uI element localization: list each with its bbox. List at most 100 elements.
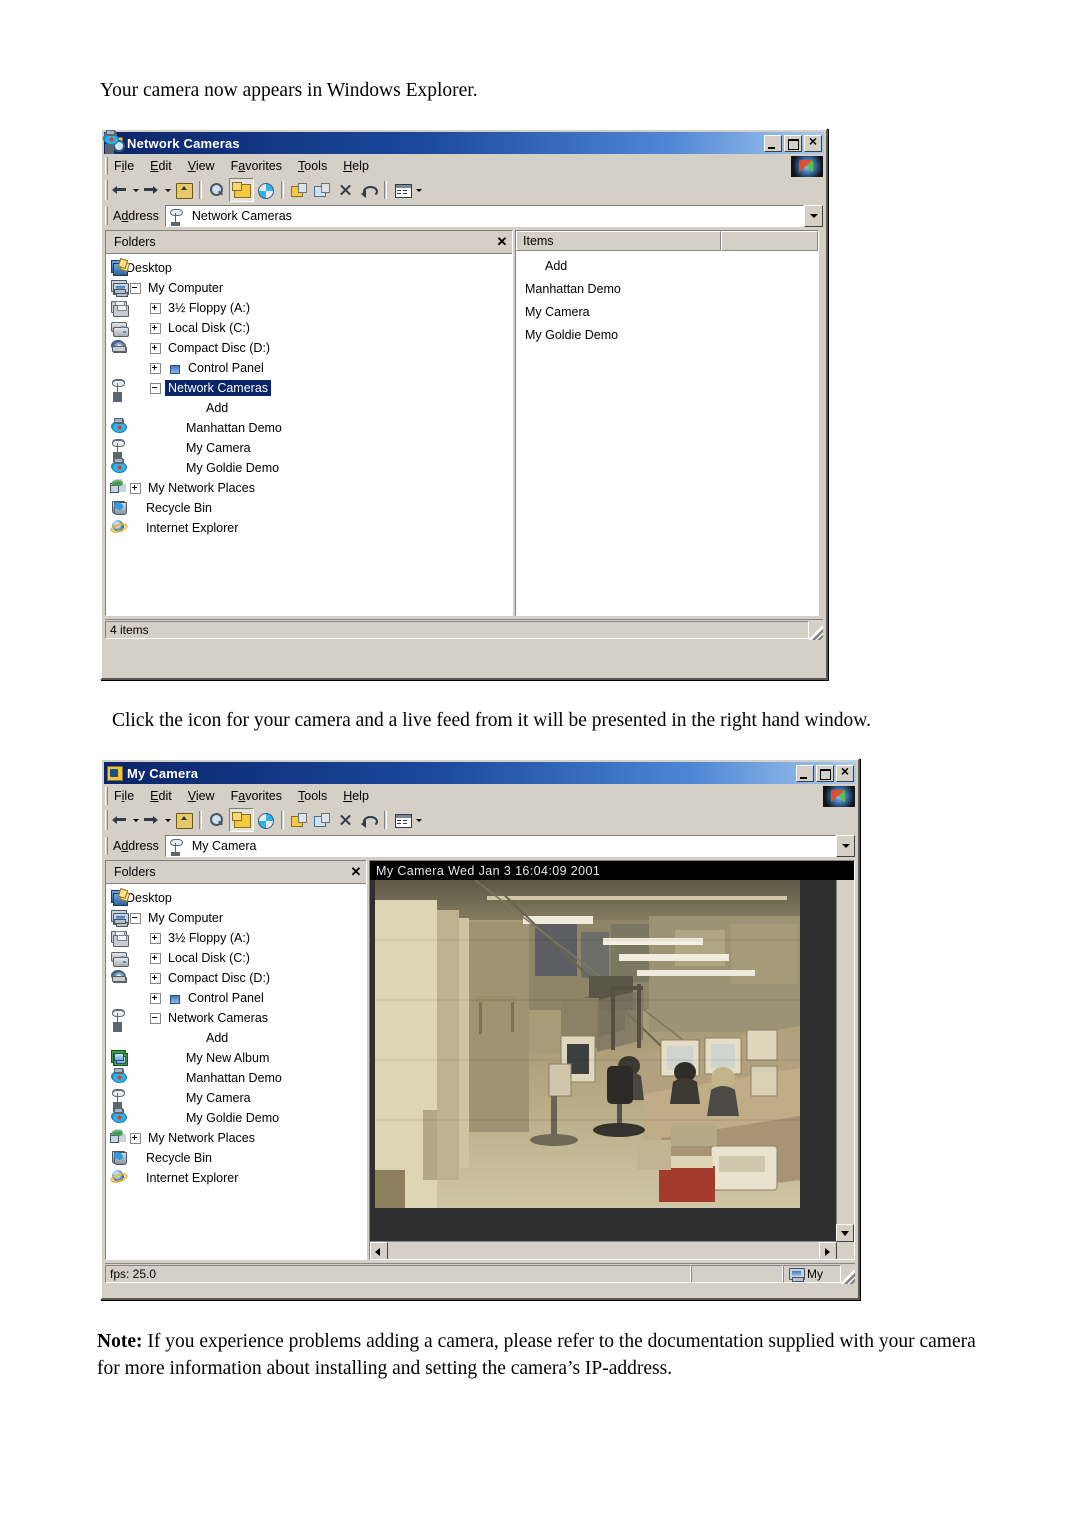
forward-dropdown-caret[interactable] bbox=[163, 179, 172, 201]
menu-item-help[interactable]: Help bbox=[336, 787, 376, 805]
menu-item-file[interactable]: File bbox=[107, 157, 141, 175]
tree-item-desktop[interactable]: Desktop bbox=[110, 888, 366, 908]
tree-item-my-network-places[interactable]: My Network Places bbox=[110, 1128, 366, 1148]
tree-item-local-disk-c[interactable]: Local Disk (C:) bbox=[110, 318, 512, 338]
column-header-filler[interactable] bbox=[721, 231, 818, 251]
menu-item-edit[interactable]: Edit bbox=[143, 157, 179, 175]
forward-button[interactable] bbox=[140, 809, 163, 831]
address-dropdown-button[interactable] bbox=[836, 835, 855, 857]
tree-item-add[interactable]: Add bbox=[110, 1028, 366, 1048]
list-item[interactable]: Manhattan Demo bbox=[103, 130, 818, 300]
tree-item-my-computer[interactable]: My Computer bbox=[110, 908, 366, 928]
tree-item-control-panel[interactable]: Control Panel bbox=[110, 988, 366, 1008]
video-vertical-scrollbar[interactable] bbox=[836, 861, 854, 1242]
video-horizontal-scrollbar[interactable] bbox=[370, 1241, 837, 1259]
tree-item-add[interactable]: Add bbox=[110, 398, 512, 418]
folders-button[interactable] bbox=[229, 808, 254, 832]
move-to-button[interactable] bbox=[288, 179, 311, 201]
tree-item-my-goldie-demo[interactable]: My Goldie Demo bbox=[110, 458, 512, 478]
tree-item-compact-disc-d[interactable]: Compact Disc (D:) bbox=[110, 968, 366, 988]
expand-plus-icon[interactable] bbox=[150, 992, 161, 1004]
back-button[interactable] bbox=[108, 179, 131, 201]
tree-item-control-panel[interactable]: Control Panel bbox=[110, 358, 512, 378]
menu-item-tools[interactable]: Tools bbox=[291, 157, 334, 175]
delete-button[interactable] bbox=[334, 179, 357, 201]
expand-plus-icon[interactable] bbox=[150, 322, 161, 334]
maximize-button[interactable] bbox=[784, 134, 802, 152]
views-button[interactable] bbox=[391, 809, 414, 831]
expand-plus-icon[interactable] bbox=[150, 932, 161, 944]
tree-item-3-floppy-a[interactable]: 3½ Floppy (A:) bbox=[110, 298, 512, 318]
list-item[interactable]: My Goldie Demo bbox=[103, 130, 818, 346]
tree-item-manhattan-demo[interactable]: Manhattan Demo bbox=[110, 1068, 366, 1088]
camera-live-feed[interactable] bbox=[375, 880, 800, 1208]
tree-item-local-disk-c[interactable]: Local Disk (C:) bbox=[110, 948, 366, 968]
tree-item-manhattan-demo[interactable]: Manhattan Demo bbox=[110, 418, 512, 438]
copy-to-button[interactable] bbox=[311, 809, 334, 831]
up-one-level-button[interactable] bbox=[172, 179, 195, 201]
menu-item-favorites[interactable]: Favorites bbox=[224, 787, 289, 805]
tree-item-my-new-album[interactable]: My New Album bbox=[110, 1048, 366, 1068]
win2-titlebar[interactable]: My Camera bbox=[104, 762, 856, 784]
tree-item-my-goldie-demo[interactable]: My Goldie Demo bbox=[110, 1108, 366, 1128]
resize-grip[interactable] bbox=[841, 1270, 855, 1284]
forward-dropdown-caret[interactable] bbox=[163, 809, 172, 831]
maximize-button[interactable] bbox=[816, 764, 834, 782]
views-dropdown-caret[interactable] bbox=[414, 179, 423, 201]
address-input[interactable]: My Camera bbox=[164, 835, 836, 857]
tree-item-network-cameras[interactable]: Network Cameras bbox=[110, 378, 512, 398]
tree-item-my-camera[interactable]: My Camera bbox=[110, 1088, 366, 1108]
address-dropdown-button[interactable] bbox=[804, 205, 823, 227]
tree-item-network-cameras[interactable]: Network Cameras bbox=[110, 1008, 366, 1028]
tree-item-internet-explorer[interactable]: Internet Explorer bbox=[110, 1168, 366, 1188]
history-button[interactable] bbox=[254, 809, 277, 831]
menu-item-tools[interactable]: Tools bbox=[291, 787, 334, 805]
back-dropdown-caret[interactable] bbox=[131, 179, 140, 201]
delete-button[interactable] bbox=[334, 809, 357, 831]
minimize-button[interactable] bbox=[764, 134, 782, 152]
menu-item-view[interactable]: View bbox=[181, 787, 222, 805]
list-item[interactable]: Add bbox=[516, 254, 818, 277]
expand-plus-icon[interactable] bbox=[150, 342, 161, 354]
folders-button[interactable] bbox=[229, 178, 254, 202]
list-item[interactable]: My Camera bbox=[104, 131, 818, 323]
menu-item-file[interactable]: File bbox=[107, 787, 141, 805]
expand-plus-icon[interactable] bbox=[130, 482, 141, 494]
expand-plus-icon[interactable] bbox=[150, 362, 161, 374]
tree-item-recycle-bin[interactable]: Recycle Bin bbox=[110, 1148, 366, 1168]
win1-titlebar[interactable]: Network Cameras bbox=[104, 132, 824, 154]
tree-item-my-network-places[interactable]: My Network Places bbox=[110, 478, 512, 498]
close-button[interactable] bbox=[836, 763, 854, 782]
menu-item-help[interactable]: Help bbox=[336, 157, 376, 175]
expand-plus-icon[interactable] bbox=[150, 302, 161, 314]
expand-plus-icon[interactable] bbox=[130, 1132, 141, 1144]
back-button[interactable] bbox=[108, 809, 131, 831]
views-dropdown-caret[interactable] bbox=[414, 809, 423, 831]
tree-item-desktop[interactable]: Desktop bbox=[110, 258, 512, 278]
tree-item-compact-disc-d[interactable]: Compact Disc (D:) bbox=[110, 338, 512, 358]
close-icon[interactable]: ✕ bbox=[346, 864, 366, 880]
back-dropdown-caret[interactable] bbox=[131, 809, 140, 831]
move-to-button[interactable] bbox=[288, 809, 311, 831]
resize-grip[interactable] bbox=[809, 626, 823, 640]
expand-plus-icon[interactable] bbox=[150, 952, 161, 964]
menu-item-view[interactable]: View bbox=[181, 157, 222, 175]
collapse-minus-icon[interactable] bbox=[150, 1012, 161, 1024]
collapse-minus-icon[interactable] bbox=[130, 912, 141, 924]
scroll-right-button[interactable] bbox=[819, 1242, 837, 1259]
close-button[interactable] bbox=[804, 133, 822, 152]
minimize-button[interactable] bbox=[796, 764, 814, 782]
close-icon[interactable]: ✕ bbox=[492, 234, 512, 250]
copy-to-button[interactable] bbox=[311, 179, 334, 201]
search-button[interactable] bbox=[206, 809, 229, 831]
column-header-items[interactable]: Items bbox=[516, 231, 721, 251]
tree-item-my-computer[interactable]: My Computer bbox=[110, 278, 512, 298]
up-one-level-button[interactable] bbox=[172, 809, 195, 831]
history-button[interactable] bbox=[254, 179, 277, 201]
menu-item-edit[interactable]: Edit bbox=[143, 787, 179, 805]
undo-button[interactable] bbox=[357, 809, 380, 831]
forward-button[interactable] bbox=[140, 179, 163, 201]
views-button[interactable] bbox=[391, 179, 414, 201]
scroll-down-button[interactable] bbox=[836, 1224, 854, 1242]
collapse-minus-icon[interactable] bbox=[130, 282, 141, 294]
